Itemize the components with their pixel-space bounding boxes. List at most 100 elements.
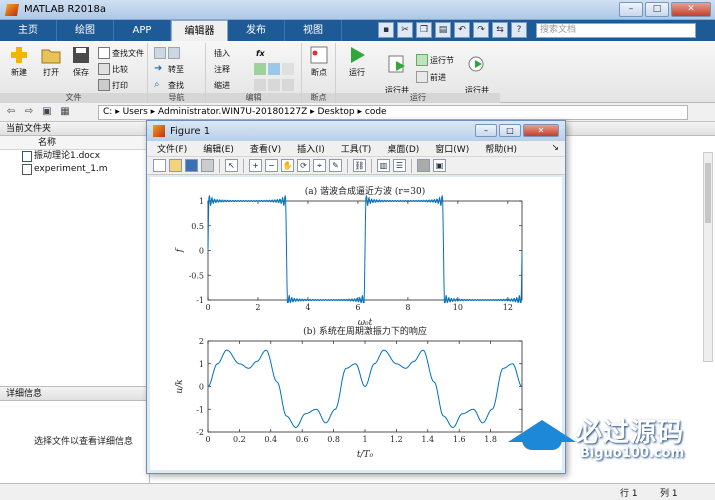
fx-button[interactable]: fx: [256, 46, 265, 60]
quick-paste-icon[interactable]: ▤: [435, 22, 451, 38]
toolbar-separator: [243, 158, 244, 173]
run-button[interactable]: 运行: [342, 45, 372, 78]
link-plot-icon[interactable]: ⛓: [353, 159, 366, 172]
show-plot-tools-icon[interactable]: ▣: [433, 159, 446, 172]
breadcrumb-code[interactable]: code: [365, 107, 387, 117]
rotate-3d-icon[interactable]: ⟳: [297, 159, 310, 172]
breakpoints-label: 断点: [311, 68, 327, 77]
menu-tools[interactable]: 工具(T): [341, 142, 372, 155]
zoom-in-icon[interactable]: +: [249, 159, 262, 172]
scroll-thumb[interactable]: [705, 163, 711, 223]
minimize-button[interactable]: –: [619, 2, 643, 17]
new-button[interactable]: 新建: [4, 45, 34, 78]
goto-label: 转至: [168, 64, 184, 74]
comment-tools[interactable]: [254, 62, 294, 76]
back-forward-buttons[interactable]: [154, 46, 180, 60]
insert-colorbar-icon[interactable]: ▥: [377, 159, 390, 172]
figure-close-button[interactable]: ✕: [523, 124, 559, 137]
x-tick-label: 0.4: [264, 435, 277, 444]
nav-group: ➜ 转至 ⌕ 查找 导航: [148, 43, 206, 103]
run-group: 运行 运行并 前进 运行节 前进 运行并 计时 运行: [336, 43, 500, 106]
save-figure-icon[interactable]: [185, 159, 198, 172]
watermark: 必过源码 Biguo100.com: [500, 410, 710, 470]
find-files-icon: [98, 47, 110, 59]
breadcrumb[interactable]: C: ▸ Users ▸ Administrator.WIN7U-2018012…: [98, 105, 688, 120]
open-file-icon[interactable]: [169, 159, 182, 172]
tab-apps[interactable]: APP: [114, 20, 171, 41]
editor-scrollbar[interactable]: [703, 152, 713, 362]
hide-plot-tools-icon[interactable]: [417, 159, 430, 172]
back-arrow-icon[interactable]: ⇦: [4, 105, 18, 119]
open-label: 打开: [43, 68, 59, 77]
quick-switch-icon[interactable]: ⇆: [492, 22, 508, 38]
browse-folder-icon[interactable]: ▦: [58, 105, 72, 119]
forward-arrow-icon[interactable]: ⇨: [22, 105, 36, 119]
quick-save-icon[interactable]: ▪: [378, 22, 394, 38]
menu-view[interactable]: 查看(V): [250, 142, 281, 155]
pan-icon[interactable]: ✋: [281, 159, 294, 172]
breakpoints-button[interactable]: 断点: [304, 45, 334, 78]
x-tick-label: 1.8: [484, 435, 497, 444]
breadcrumb-desktop[interactable]: Desktop: [318, 107, 355, 117]
zoom-out-icon[interactable]: −: [265, 159, 278, 172]
x-tick-label: 10: [453, 303, 463, 312]
menu-window[interactable]: 窗口(W): [435, 142, 469, 155]
find-files-button[interactable]: 查找文件: [98, 46, 144, 60]
pointer-icon[interactable]: ↖: [225, 159, 238, 172]
menu-insert[interactable]: 插入(I): [297, 142, 325, 155]
menu-desktop[interactable]: 桌面(D): [387, 142, 419, 155]
menu-help[interactable]: 帮助(H): [485, 142, 517, 155]
breadcrumb-user[interactable]: Administrator.WIN7U-20180127Z: [158, 107, 307, 117]
printer-icon: [98, 79, 110, 91]
insert-button[interactable]: 插入: [214, 46, 230, 60]
find-button[interactable]: ⌕ 查找: [154, 78, 184, 92]
row-value: 1: [631, 489, 638, 499]
col-value: 1: [671, 489, 678, 499]
breadcrumb-drive[interactable]: C:: [103, 107, 112, 117]
indent-tools[interactable]: [254, 78, 294, 92]
brush-icon[interactable]: ✎: [329, 159, 342, 172]
up-folder-icon[interactable]: ▣: [40, 105, 54, 119]
insert-legend-icon[interactable]: ☰: [393, 159, 406, 172]
close-button[interactable]: ✕: [671, 2, 711, 17]
figure-minimize-button[interactable]: –: [475, 124, 497, 137]
advance-button[interactable]: 前进: [416, 70, 446, 84]
name-column-header[interactable]: 名称: [0, 136, 149, 150]
tab-view[interactable]: 视图: [285, 20, 342, 41]
quick-redo-icon[interactable]: ↷: [473, 22, 489, 38]
menu-edit[interactable]: 编辑(E): [203, 142, 234, 155]
tab-publish[interactable]: 发布: [228, 20, 285, 41]
editor-ribbon: 新建 打开 保存 查找文件 比较 打印 文件 ➜ 转至 ⌕ 查找 导航 插入 f…: [0, 41, 715, 106]
compare-button[interactable]: 比较: [98, 62, 128, 76]
indent-button[interactable]: 缩进: [214, 78, 230, 92]
menu-dock-arrow-icon[interactable]: ↘: [551, 143, 559, 153]
tab-plots[interactable]: 绘图: [57, 20, 114, 41]
tab-editor[interactable]: 编辑器: [171, 20, 228, 41]
figure-toolbar: ↖ + − ✋ ⟳ ⌖ ✎ ⛓ ▥ ☰ ▣: [147, 157, 565, 175]
quick-help-icon[interactable]: ?: [511, 22, 527, 38]
maximize-button[interactable]: □: [645, 2, 669, 17]
file-row-m[interactable]: experiment_1.m: [0, 163, 149, 176]
save-button[interactable]: 保存: [66, 45, 96, 78]
quick-cut-icon[interactable]: ✂: [397, 22, 413, 38]
breadcrumb-users[interactable]: Users: [123, 107, 148, 117]
data-cursor-icon[interactable]: ⌖: [313, 159, 326, 172]
quick-undo-icon[interactable]: ↶: [454, 22, 470, 38]
y-tick-label: 1: [199, 360, 204, 369]
menu-file[interactable]: 文件(F): [157, 142, 187, 155]
save-label: 保存: [73, 68, 89, 77]
breakpoint-group-label: 断点: [302, 93, 335, 103]
search-docs-input[interactable]: 搜索文档: [536, 23, 696, 38]
print-figure-icon[interactable]: [201, 159, 214, 172]
figure-maximize-button[interactable]: □: [499, 124, 521, 137]
print-button[interactable]: 打印: [98, 78, 128, 92]
run-section-button[interactable]: 运行节: [416, 53, 454, 67]
open-button[interactable]: 打开: [36, 45, 66, 78]
goto-button[interactable]: ➜ 转至: [154, 62, 184, 76]
comment-button[interactable]: 注释: [214, 62, 230, 76]
quick-copy-icon[interactable]: ❐: [416, 22, 432, 38]
new-figure-icon[interactable]: [153, 159, 166, 172]
nav-back-icon: [154, 47, 166, 59]
tab-home[interactable]: 主页: [0, 20, 57, 41]
file-row-docx[interactable]: 振动理论1.docx: [0, 150, 149, 163]
